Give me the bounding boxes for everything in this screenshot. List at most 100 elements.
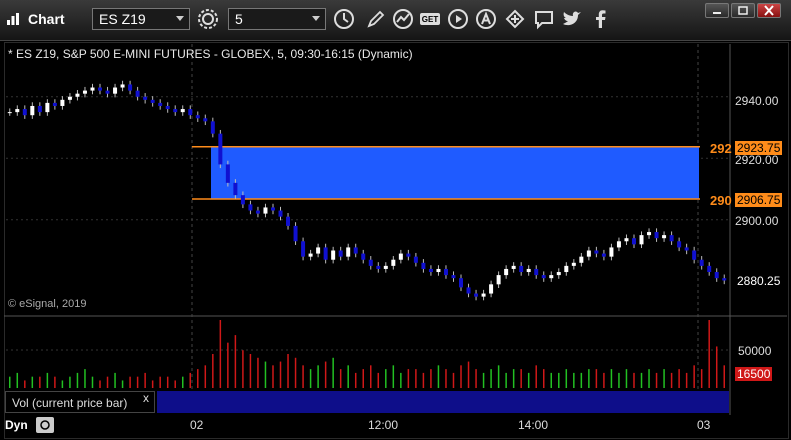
- candle-body: [188, 109, 193, 116]
- candle-body: [346, 247, 351, 257]
- candle-body: [240, 195, 245, 205]
- candle-body: [541, 275, 546, 279]
- candle-body: [428, 268, 433, 273]
- candle-body: [511, 265, 516, 269]
- candle-body: [714, 272, 719, 279]
- candle-body: [413, 256, 418, 263]
- candle-body: [331, 250, 336, 260]
- candle-body: [293, 225, 298, 242]
- candle-body: [60, 99, 65, 106]
- candle-body: [22, 109, 27, 116]
- candle-body: [398, 253, 403, 260]
- candle-body: [594, 250, 599, 254]
- candle-body: [639, 235, 644, 245]
- candle-body: [15, 109, 20, 113]
- candle-body: [90, 87, 95, 91]
- candle-body: [270, 207, 275, 211]
- candle-body: [105, 90, 110, 94]
- candle-body: [82, 90, 87, 94]
- candle-body: [180, 109, 185, 113]
- candle-body: [113, 87, 118, 94]
- candle-body: [579, 256, 584, 263]
- candle-body: [699, 259, 704, 266]
- candle-body: [278, 210, 283, 217]
- price-chart[interactable]: [0, 0, 791, 440]
- candle-body: [474, 293, 479, 297]
- zone-top-label: 292: [710, 141, 732, 156]
- candle-body: [489, 284, 494, 294]
- candle-body: [526, 268, 531, 273]
- candle-body: [37, 105, 42, 113]
- candle-body: [128, 84, 133, 91]
- candle-body: [376, 265, 381, 269]
- candle-body: [624, 238, 629, 242]
- candle-body: [564, 265, 569, 273]
- price-label-2900: 2900.00: [735, 214, 779, 228]
- candle-body: [451, 275, 456, 279]
- chart-header: * ES Z19, S&P 500 E-MINI FUTURES - GLOBE…: [8, 47, 413, 61]
- candle-body: [669, 235, 674, 242]
- candle-body: [248, 204, 253, 211]
- candle-body: [45, 102, 50, 113]
- candle-body: [631, 238, 636, 245]
- candle-body: [203, 118, 208, 122]
- candle-body: [210, 121, 215, 134]
- candle-body: [549, 275, 554, 279]
- price-label-2920: 2920.00: [735, 153, 779, 167]
- candle-body: [692, 250, 697, 260]
- study-bar: [157, 391, 729, 413]
- candle-body: [534, 268, 539, 276]
- study-label[interactable]: Vol (current price bar): [5, 391, 155, 413]
- candle-body: [308, 253, 313, 257]
- candle-body: [556, 272, 561, 276]
- candle-body: [225, 164, 230, 183]
- candle-body: [722, 278, 727, 281]
- time-label-02: 02: [190, 418, 204, 432]
- candle-body: [361, 253, 366, 260]
- zone-rectangle: [211, 146, 699, 199]
- candle-body: [165, 105, 170, 110]
- candle-body: [586, 250, 591, 257]
- candle-body: [173, 109, 178, 113]
- candle-body: [609, 247, 614, 257]
- dyn-toggle-button[interactable]: [36, 417, 54, 433]
- candle-body: [75, 93, 80, 97]
- candle-body: [504, 268, 509, 276]
- candle-body: [436, 268, 441, 273]
- dyn-label: Dyn: [5, 418, 28, 432]
- volume-current-tag: 16500: [735, 367, 773, 381]
- candle-body: [135, 90, 140, 97]
- candle-body: [218, 133, 223, 165]
- candle-body: [98, 87, 103, 91]
- candle-body: [383, 265, 388, 269]
- candle-body: [677, 241, 682, 248]
- candle-body: [30, 105, 35, 116]
- zone-bottom-tag: 2906.75: [735, 193, 783, 207]
- candle-body: [143, 96, 148, 100]
- link-icon: [40, 420, 50, 430]
- candle-body: [120, 84, 125, 88]
- candle-body: [481, 293, 486, 297]
- copyright-text: © eSignal, 2019: [8, 298, 87, 310]
- candle-body: [571, 262, 576, 266]
- candle-body: [684, 247, 689, 251]
- candle-body: [421, 262, 426, 269]
- candle-body: [316, 247, 321, 254]
- candle-body: [391, 259, 396, 266]
- candle-body: [466, 287, 471, 294]
- candle-body: [616, 241, 621, 248]
- candle-body: [662, 235, 667, 239]
- candle-body: [233, 182, 238, 196]
- study-close-icon[interactable]: x: [143, 391, 149, 405]
- time-label-1400: 14:00: [518, 418, 549, 432]
- candle-body: [195, 115, 200, 119]
- candle-body: [7, 112, 12, 114]
- time-label-03: 03: [697, 418, 711, 432]
- candle-body: [647, 232, 652, 236]
- candle-body: [368, 259, 373, 266]
- candle-body: [286, 216, 291, 226]
- candle-body: [158, 102, 163, 106]
- candle-body: [338, 250, 343, 257]
- candle-body: [323, 247, 328, 260]
- candle-body: [519, 265, 524, 273]
